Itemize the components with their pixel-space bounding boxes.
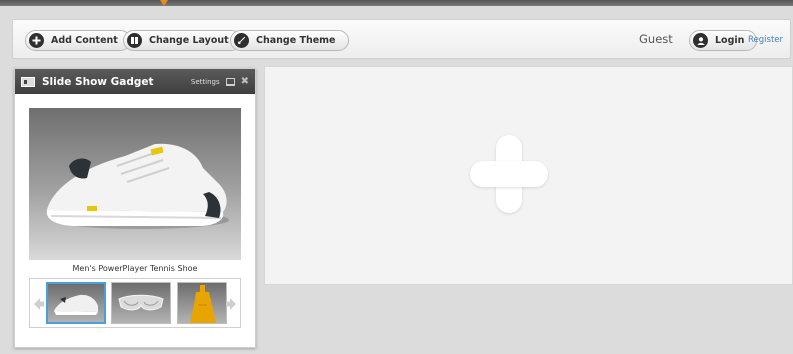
register-link[interactable]: Register — [748, 35, 783, 45]
change-layout-button[interactable]: Change Layout — [123, 30, 242, 51]
next-arrow-icon[interactable] — [225, 296, 237, 310]
plus-circle-icon — [29, 33, 44, 48]
top-header-stripe — [0, 0, 793, 6]
thumbnail-shoe[interactable] — [46, 282, 106, 324]
thumbnail-strip — [29, 278, 241, 328]
gadget-body: Men's PowerPlayer Tennis Shoe — [15, 94, 255, 328]
guest-label: Guest — [639, 32, 673, 46]
user-icon — [693, 33, 708, 48]
slide-show-gadget: Slide Show Gadget Settings ✖ Men's Power… — [14, 68, 256, 348]
gadget-header: Slide Show Gadget Settings ✖ — [15, 69, 255, 94]
change-theme-label: Change Theme — [256, 35, 336, 46]
gadget-settings-link[interactable]: Settings — [191, 78, 220, 86]
content-drop-area[interactable] — [264, 66, 793, 285]
slide-image — [29, 108, 241, 260]
brush-icon — [234, 33, 249, 48]
add-content-button[interactable]: Add Content — [25, 30, 131, 51]
minimize-icon[interactable] — [225, 77, 235, 86]
add-content-label: Add Content — [51, 35, 118, 46]
plus-icon[interactable] — [470, 135, 548, 213]
top-arrow-indicator — [160, 0, 168, 6]
close-icon[interactable]: ✖ — [241, 76, 249, 87]
previous-arrow-icon[interactable] — [33, 296, 45, 310]
change-layout-label: Change Layout — [149, 35, 229, 46]
thumbnail-dress[interactable] — [177, 282, 227, 324]
change-theme-button[interactable]: Change Theme — [230, 30, 349, 51]
login-label: Login — [715, 35, 745, 46]
slide-caption: Men's PowerPlayer Tennis Shoe — [72, 264, 198, 273]
gadget-title: Slide Show Gadget — [42, 75, 154, 88]
thumbnail-sunglasses[interactable] — [111, 282, 171, 324]
slideshow-icon — [21, 76, 35, 87]
layout-icon — [127, 33, 142, 48]
shoe-image — [46, 143, 229, 229]
toolbar: Add Content Change Layout Change Theme G… — [12, 19, 791, 59]
